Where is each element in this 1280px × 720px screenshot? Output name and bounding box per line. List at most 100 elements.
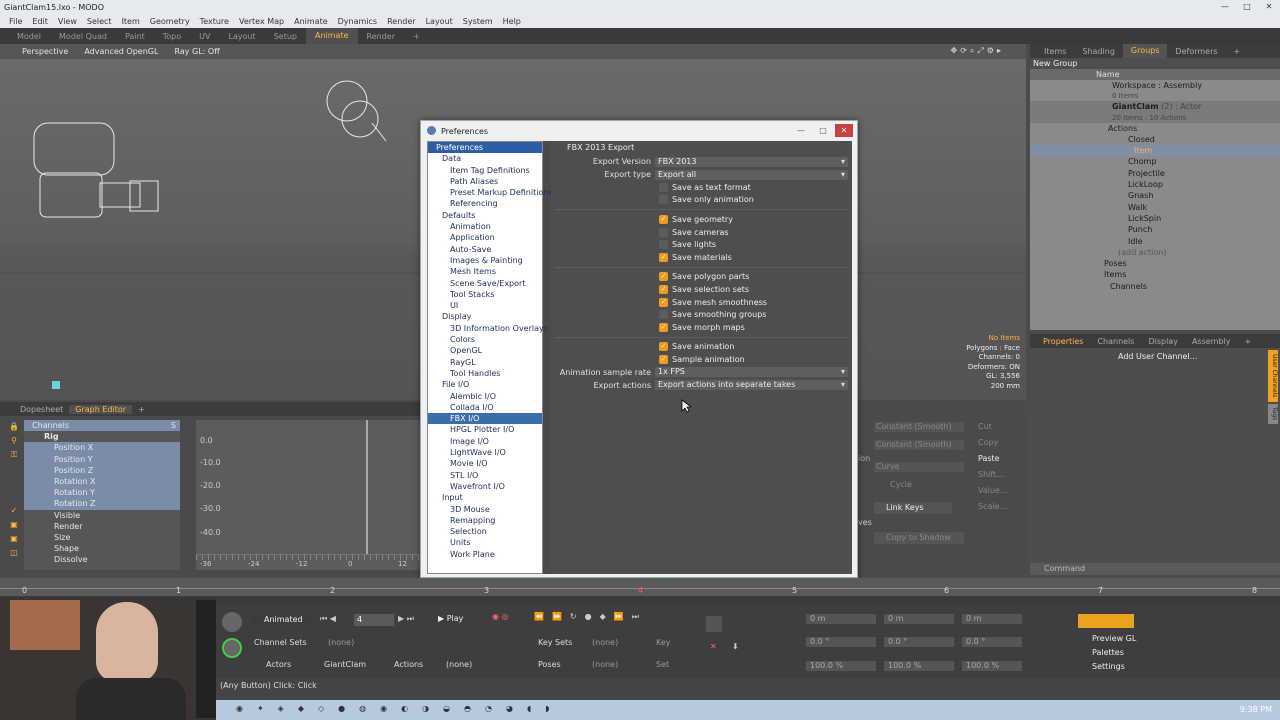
side-tab-user-channels[interactable]: User Channels [1268, 350, 1278, 402]
poses-button[interactable]: Poses [538, 660, 561, 669]
save-cameras-checkbox[interactable] [659, 227, 668, 237]
action-item[interactable]: Item [1030, 145, 1280, 157]
minimize-button[interactable]: — [1214, 0, 1236, 14]
pref-tree-hpgl-plotter-i-o[interactable]: HPGL Plotter I/O [428, 424, 542, 435]
next-key-buttons[interactable]: ▶ ⏭ [398, 614, 414, 624]
pref-tree-colors[interactable]: Colors [428, 334, 542, 345]
curve-dropdown[interactable]: Curve [874, 462, 964, 472]
key-button[interactable]: Key [656, 638, 671, 647]
actors-button[interactable]: Actors [266, 660, 291, 669]
export-type-dropdown[interactable]: Export all [655, 169, 848, 180]
tab-setup[interactable]: Setup [265, 32, 306, 41]
tab-display[interactable]: Display [1141, 337, 1185, 346]
tab-channels[interactable]: Channels [1090, 337, 1141, 346]
scale-x-field[interactable]: 100.0 % [806, 661, 876, 671]
new-group-button[interactable]: New Group [1030, 58, 1280, 69]
channel-position-y[interactable]: Position Y [24, 453, 180, 465]
action-lickspin[interactable]: LickSpin [1030, 213, 1280, 224]
scale-z-field[interactable]: 100.0 % [962, 661, 1022, 671]
tab-animate[interactable]: Animate [305, 28, 358, 44]
cut-button[interactable]: Cut [978, 422, 992, 431]
pref-tree-wavefront-i-o[interactable]: Wavefront I/O [428, 481, 542, 492]
save-lights-checkbox[interactable] [659, 240, 668, 250]
add-user-channel-button[interactable]: Add User Channel... [1118, 352, 1280, 361]
group-poses-row[interactable]: Poses [1030, 258, 1280, 269]
group-items-row[interactable]: Items [1030, 269, 1280, 280]
timeline-ruler[interactable]: 0 1 2 3 4 5 6 7 8 [0, 578, 1280, 596]
group-giantclam-row[interactable]: GiantClam (2) : Actor [1030, 101, 1280, 113]
save-materials-checkbox[interactable]: ✓ [659, 252, 668, 262]
menu-animate[interactable]: Animate [289, 17, 333, 26]
menu-render[interactable]: Render [382, 17, 420, 26]
save-only-animation-checkbox[interactable] [659, 195, 668, 205]
tab-deformers[interactable]: Deformers [1167, 47, 1225, 56]
menu-dynamics[interactable]: Dynamics [333, 17, 382, 26]
pref-tree-data[interactable]: Data [428, 153, 542, 164]
rot-x-field[interactable]: 0.0 ° [806, 637, 876, 647]
tab-assembly[interactable]: Assembly [1185, 337, 1238, 346]
pref-tree-images-painting[interactable]: Images & Painting [428, 255, 542, 266]
tab-uv[interactable]: UV [190, 32, 219, 41]
graph-editor-side-icons[interactable]: 🔒 ⚲ ⚿ ✓ ▣ ▣ ◫ [6, 420, 22, 570]
pref-tree-preset-markup-definitions[interactable]: Preset Markup Definitions [428, 187, 553, 198]
rot-y-field[interactable]: 0.0 ° [884, 637, 954, 647]
add-action-row[interactable]: (add action) [1030, 247, 1280, 258]
post-behavior-dropdown[interactable]: Constant (Smooth) [874, 440, 964, 450]
poses-dropdown[interactable]: (none) [592, 660, 618, 669]
menu-vertex-map[interactable]: Vertex Map [234, 17, 289, 26]
menu-texture[interactable]: Texture [195, 17, 234, 26]
channel-sets-button[interactable]: Channel Sets [254, 638, 307, 647]
export-actions-dropdown[interactable]: Export actions into separate takes [655, 380, 848, 391]
delete-key-icon[interactable]: ✕ [710, 642, 717, 651]
group-channels-row[interactable]: Channels [1030, 281, 1280, 292]
pos-z-field[interactable]: 0 m [962, 614, 1022, 624]
menu-view[interactable]: View [53, 17, 82, 26]
tab-model-quad[interactable]: Model Quad [50, 32, 116, 41]
pref-tree-tool-stacks[interactable]: Tool Stacks [428, 289, 542, 300]
play-button[interactable]: ▶ Play [438, 614, 463, 623]
side-tab-tags[interactable]: Tags [1268, 404, 1278, 424]
tab-model[interactable]: Model [8, 32, 50, 41]
name-column-header[interactable]: Name [1030, 69, 1280, 80]
link-keys-button[interactable]: Link Keys [874, 502, 952, 514]
channel-rotation-x[interactable]: Rotation X [24, 475, 180, 488]
channel-visible[interactable]: Visible [24, 510, 180, 521]
group-workspace-row[interactable]: Workspace : Assembly [1030, 80, 1280, 91]
menu-file[interactable]: File [4, 17, 27, 26]
pref-tree-3d-information-overlays[interactable]: 3D Information Overlays [428, 323, 548, 334]
pref-tree-scene-save-export[interactable]: Scene Save/Export [428, 278, 542, 289]
channel-render[interactable]: Render [24, 521, 180, 532]
channel-rig[interactable]: Rig [24, 431, 180, 442]
prev-key-buttons[interactable]: ⏮ ◀ [320, 614, 336, 624]
viewport-nav-icons[interactable]: ✥⟳⌕⤢⚙▸ [943, 46, 1012, 56]
pref-tree-stl-i-o[interactable]: STL I/O [428, 470, 542, 481]
dialog-minimize-button[interactable]: — [791, 124, 811, 137]
save-animation-checkbox[interactable]: ✓ [659, 342, 668, 352]
current-time-marker[interactable] [366, 420, 368, 554]
action-lickloop[interactable]: LickLoop [1030, 179, 1280, 190]
view-mode-button[interactable]: Perspective [14, 47, 76, 56]
pref-tree-raygl[interactable]: RayGL [428, 357, 542, 368]
pref-tree-opengl[interactable]: OpenGL [428, 345, 542, 356]
action-projectile[interactable]: Projectile [1030, 168, 1280, 179]
pref-tree-movie-i-o[interactable]: Movie I/O [428, 458, 542, 469]
pref-tree-alembic-i-o[interactable]: Alembic I/O [428, 391, 542, 402]
record-icons[interactable]: ◉ ◎ [492, 612, 509, 621]
key-tool-icons[interactable]: ⏪⏩↻●◆⏩⏭ [534, 612, 647, 622]
dialog-maximize-button[interactable]: □ [813, 124, 833, 137]
action-closed[interactable]: Closed [1030, 134, 1280, 145]
action-punch[interactable]: Punch [1030, 224, 1280, 235]
tab-shading[interactable]: Shading [1074, 47, 1123, 56]
command-input[interactable]: Command [1030, 563, 1280, 575]
pref-tree-application[interactable]: Application [428, 232, 542, 243]
maximize-button[interactable]: □ [1236, 0, 1258, 14]
pref-tree-defaults[interactable]: Defaults [428, 210, 542, 221]
pref-tree-auto-save[interactable]: Auto-Save [428, 244, 542, 255]
tab-topo[interactable]: Topo [154, 32, 190, 41]
save-as-text-format-checkbox[interactable] [659, 182, 668, 192]
tab-properties[interactable]: Properties [1036, 337, 1090, 346]
add-panel-tab[interactable]: + [1226, 47, 1249, 56]
palettes-button[interactable]: Palettes [1092, 648, 1124, 657]
pref-tree-tool-handles[interactable]: Tool Handles [428, 368, 542, 379]
save-selection-sets-checkbox[interactable]: ✓ [659, 284, 668, 294]
